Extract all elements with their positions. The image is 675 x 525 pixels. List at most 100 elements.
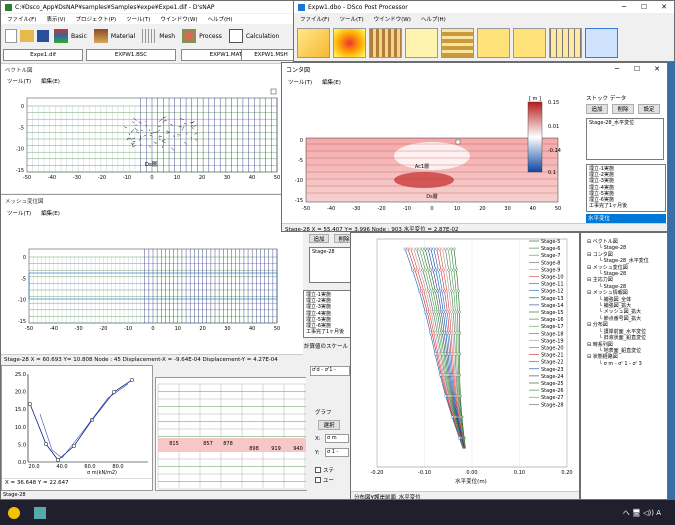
- menu-window[interactable]: ウインドウ(W): [160, 15, 197, 23]
- tab-expw1-bsc[interactable]: EXPW1.BSC: [86, 49, 176, 61]
- stage-list-item[interactable]: 工事完了1ヶ月後: [589, 203, 663, 209]
- y-tick-label: 15.0: [15, 407, 26, 413]
- profile-point: [432, 290, 434, 292]
- vector-menu-tool[interactable]: ツール(T): [7, 77, 31, 85]
- material-grid-tool-icon[interactable]: [441, 28, 474, 58]
- legend-entry: Stage-12: [541, 289, 564, 295]
- mesh-menu-tool[interactable]: ツール(T): [7, 209, 31, 217]
- menu-project[interactable]: プロジェクト(P): [76, 15, 117, 23]
- contour-maximize-icon[interactable]: ☐: [627, 65, 647, 73]
- x-tick-label: 40: [530, 206, 536, 212]
- vector-menu-edit[interactable]: 編集(E): [41, 77, 60, 85]
- profile-point: [435, 269, 437, 271]
- post-menu-file[interactable]: ファイル(F): [300, 15, 329, 23]
- process-button[interactable]: Process: [199, 33, 222, 40]
- contour-tool-icon[interactable]: [333, 28, 366, 58]
- y-tick-label: -15: [295, 198, 303, 204]
- graph-label: グラフ: [315, 408, 332, 416]
- menu-file[interactable]: ファイル(F): [7, 15, 36, 23]
- tab-expw1-msh[interactable]: EXPW1.MSH: [241, 49, 301, 61]
- profile-point: [451, 416, 453, 418]
- contour-close-icon[interactable]: ✕: [647, 65, 667, 73]
- mesh-deform-tool-icon[interactable]: [369, 28, 402, 58]
- mesh-button[interactable]: Mesh: [159, 33, 175, 40]
- x-axis-value[interactable]: σ m: [325, 434, 349, 443]
- profile-point: [436, 248, 438, 250]
- open-folder-icon[interactable]: [20, 30, 34, 42]
- mesh-menu-edit[interactable]: 編集(E): [41, 209, 60, 217]
- path-tool-icon[interactable]: [513, 28, 546, 58]
- profile-point: [410, 248, 412, 250]
- stock-add-button[interactable]: 追加: [586, 104, 608, 114]
- table-cell-value: 898: [249, 446, 259, 452]
- stock-list[interactable]: Stage-28_水平変位: [586, 118, 664, 160]
- contour-window: コンタ図 ─ ☐ ✕ ツール(T) 編集(E) -50 -40 -30 -20 -10 0…: [281, 62, 668, 232]
- start-icon[interactable]: [8, 507, 20, 519]
- post-menu-window[interactable]: ウインドウ(W): [374, 15, 411, 23]
- stress-status: X = 36.648 Y = 22.647: [2, 478, 152, 487]
- checkbox-box[interactable]: [315, 467, 321, 473]
- x-tick-label: 30: [224, 175, 230, 181]
- x-tick-label: -40: [327, 206, 335, 212]
- legend-entry: Stage-17: [541, 324, 564, 330]
- table-cell-value: 878: [223, 441, 233, 447]
- post-menu-tool[interactable]: ツール(T): [339, 15, 363, 23]
- profile-point: [436, 290, 438, 292]
- stage-checkbox[interactable]: ステ: [315, 466, 334, 474]
- contour-title-bar[interactable]: コンタ図 ─ ☐ ✕: [282, 63, 667, 75]
- checkbox-box[interactable]: [315, 477, 321, 483]
- basic-button[interactable]: Basic: [71, 33, 87, 40]
- contour-minimize-icon[interactable]: ─: [607, 65, 627, 73]
- x-tick-label: -50: [23, 175, 31, 181]
- distribution-tool-icon[interactable]: [405, 28, 438, 58]
- calculation-button[interactable]: Calculation: [246, 33, 279, 40]
- vector-tool-icon[interactable]: [297, 28, 330, 58]
- tree-view[interactable]: ⊟ ベクトル図 └ Stage-28 ⊟ コンタ図 └ Stage-28_水平変位 ⊟ …: [585, 239, 649, 367]
- tab-expe1-dif[interactable]: Expe1.dif: [3, 49, 83, 61]
- table-tool-icon[interactable]: [549, 28, 582, 58]
- profile-point: [414, 269, 416, 271]
- profile-point: [447, 269, 449, 271]
- combo-box[interactable]: σ'd - σ'1 -: [310, 366, 350, 376]
- menu-help[interactable]: ヘルプ(H): [208, 15, 233, 23]
- profile-point: [427, 290, 429, 292]
- component-select[interactable]: 水平変位: [586, 214, 666, 223]
- tree-node[interactable]: └ σ m - σ' 1 - σ' 3: [585, 361, 649, 367]
- x-tick-label: 0: [430, 206, 433, 212]
- stage-list[interactable]: 埋立-1実施 埋立-2実施 埋立-3実施 埋立-4実施 埋立-5実施 埋立-6実…: [586, 164, 666, 212]
- close-icon[interactable]: ✕: [654, 3, 674, 11]
- legend-entry: Stage-19: [541, 338, 564, 344]
- x-tick-label: 0: [150, 175, 153, 181]
- contour-menu-tool[interactable]: ツール(T): [288, 78, 312, 86]
- app-taskbar-icon[interactable]: [34, 507, 46, 519]
- menu-tool[interactable]: ツール(T): [126, 15, 150, 23]
- x-tick-label: 10: [175, 326, 181, 332]
- y-axis-value[interactable]: σ 1 -: [325, 448, 349, 457]
- x-tick-label: 20: [199, 175, 205, 181]
- legend-entry: Stage-21: [541, 353, 564, 359]
- legend-entry: Stage-9: [541, 267, 560, 273]
- user-checkbox[interactable]: ユー: [315, 476, 334, 484]
- x-tick-label: -0.10: [418, 470, 431, 476]
- window-tool-icon[interactable]: [585, 28, 618, 58]
- material-button[interactable]: Material: [111, 33, 135, 40]
- contour-menu-edit[interactable]: 編集(E): [322, 78, 341, 86]
- select-button[interactable]: 選択: [318, 420, 340, 430]
- maximize-icon[interactable]: ☐: [634, 3, 654, 11]
- post-title-bar[interactable]: Expw1.dbo - DSco Post Processor ─ ☐ ✕: [294, 1, 674, 13]
- save-icon[interactable]: [37, 30, 49, 42]
- post-menu-help[interactable]: ヘルプ(H): [421, 15, 446, 23]
- stock-delete-button[interactable]: 削除: [612, 104, 634, 114]
- mesh-icon: [142, 29, 156, 43]
- minimize-icon[interactable]: ─: [614, 3, 634, 11]
- app-icon: [5, 4, 12, 11]
- stock2-add-button[interactable]: 追加: [309, 234, 329, 243]
- post-processor-window: Expw1.dbo - DSco Post Processor ─ ☐ ✕ ファ…: [293, 0, 675, 62]
- profile-chart: -0.20 -0.10 0.00 0.10 0.20水平変位(m)Stage-5Stag…: [351, 233, 580, 491]
- legend-entry: Stage-8: [541, 260, 560, 266]
- star-tool-icon[interactable]: [477, 28, 510, 58]
- new-file-icon[interactable]: [5, 29, 17, 43]
- menu-view[interactable]: 表示(V): [46, 15, 65, 23]
- stock-settings-button[interactable]: 設定: [638, 104, 660, 114]
- stock-list-item[interactable]: Stage-28_水平変位: [589, 120, 661, 126]
